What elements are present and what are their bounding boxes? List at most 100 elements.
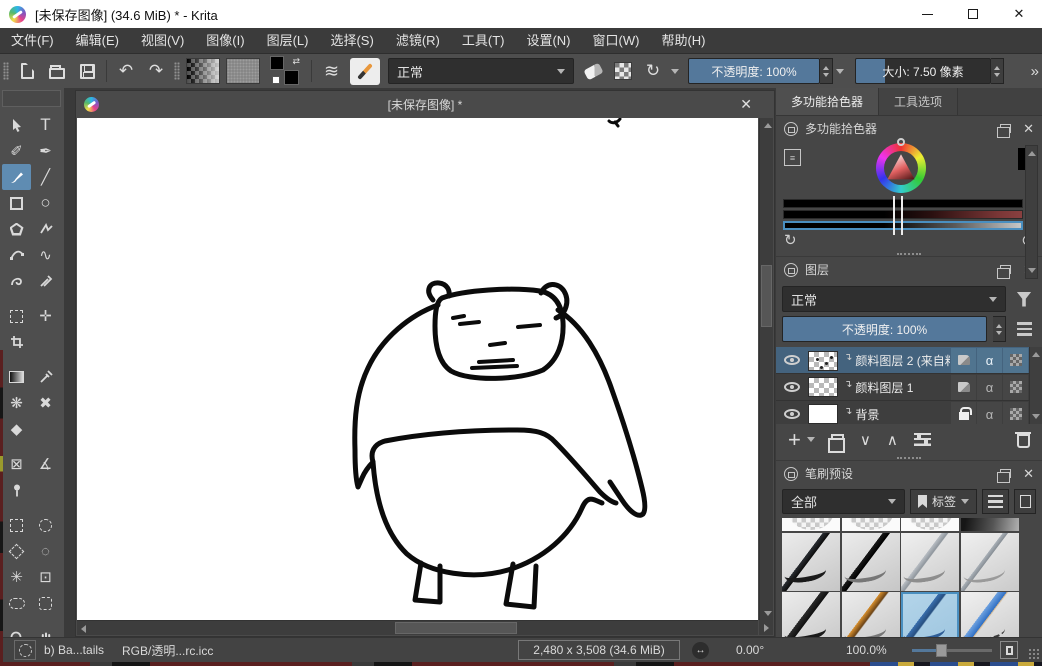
spin-down-icon[interactable]	[996, 331, 1002, 335]
layer-name[interactable]: 颜料图层 2 (来自粘贴)	[855, 352, 950, 369]
tool-crop[interactable]	[2, 329, 31, 355]
title-bar[interactable]: [未保存图像] (34.6 MiB) * - Krita ✕	[0, 0, 1042, 28]
layer-thumbnail[interactable]	[808, 351, 838, 371]
lock-icon[interactable]	[784, 122, 798, 136]
menu-item-settings[interactable]: 设置(N)	[515, 28, 581, 53]
tag-button[interactable]: 标签	[910, 489, 977, 514]
brush-preset[interactable]	[782, 533, 840, 591]
layer-row[interactable]: ↴背景 α	[776, 401, 1042, 424]
layer-row[interactable]: ↴颜料图层 1 α	[776, 374, 1042, 401]
tool-polygonal-selection[interactable]	[2, 538, 31, 564]
canvas-horizontal-scrollbar[interactable]	[77, 620, 758, 635]
tool-similar-color-selection[interactable]: ⊡	[31, 564, 60, 590]
close-docker-icon[interactable]: ✕	[1023, 466, 1034, 482]
reload-preset-button[interactable]: ↻	[638, 57, 668, 85]
tool-assistants[interactable]: ⊠	[2, 451, 31, 477]
inherit-alpha-toggle[interactable]	[951, 348, 976, 373]
canvas[interactable]	[77, 118, 758, 621]
brush-preset-chooser-button[interactable]	[350, 58, 380, 85]
tool-colorize-mask[interactable]: ❋	[2, 390, 31, 416]
scroll-down-icon[interactable]	[1032, 414, 1040, 419]
delete-layer-button[interactable]	[1017, 434, 1030, 448]
fit-page-button[interactable]	[1000, 641, 1018, 659]
layer-opacity-slider[interactable]: 不透明度: 100%	[782, 316, 987, 342]
tool-ellipse[interactable]: ○	[31, 190, 60, 216]
tool-move[interactable]: ✛	[31, 303, 60, 329]
tool-freehand-brush[interactable]	[2, 164, 31, 190]
minimize-button[interactable]	[904, 0, 950, 28]
alpha-lock-toggle[interactable]: α	[977, 348, 1002, 373]
menu-item-window[interactable]: 窗口(W)	[582, 28, 651, 53]
brush-preset[interactable]	[961, 533, 1019, 591]
toolbox-handle[interactable]	[2, 90, 61, 107]
tool-elliptical-selection[interactable]	[31, 512, 60, 538]
move-layer-down-button[interactable]: ∨	[860, 431, 871, 449]
vertical-scroll-thumb[interactable]	[761, 265, 772, 327]
float-docker-icon[interactable]	[1000, 124, 1011, 133]
inherit-alpha-toggle[interactable]	[951, 375, 976, 400]
preset-filter-dropdown[interactable]: 全部	[782, 489, 905, 514]
tool-freehand-selection[interactable]: ◌	[31, 538, 60, 564]
tool-polygon[interactable]	[2, 216, 31, 242]
layer-lock-toggle[interactable]	[951, 402, 976, 425]
zoom-slider-handle[interactable]	[936, 644, 947, 657]
tab-tool-options[interactable]: 工具选项	[879, 88, 958, 115]
menu-item-image[interactable]: 图像(I)	[195, 28, 255, 53]
gradient-chooser[interactable]	[186, 58, 220, 84]
brush-settings-button[interactable]: ≋	[316, 57, 346, 85]
alpha-lock-toggle[interactable]: α	[977, 375, 1002, 400]
tool-transform[interactable]	[2, 303, 31, 329]
toolbar-grip[interactable]	[3, 62, 9, 80]
lock-icon[interactable]	[784, 263, 798, 277]
brush-preset[interactable]	[842, 518, 900, 531]
layer-blend-mode-dropdown[interactable]: 正常	[782, 286, 1006, 312]
brush-preset[interactable]	[901, 533, 959, 591]
scroll-down-icon[interactable]	[764, 611, 772, 616]
menu-item-layer[interactable]: 图层(L)	[256, 28, 320, 53]
tool-multibrush[interactable]	[31, 268, 60, 294]
tool-bezier-curve[interactable]	[2, 242, 31, 268]
alpha-lock-toggle[interactable]: α	[977, 402, 1002, 425]
tool-edit-shapes[interactable]: ✐	[2, 138, 31, 164]
tool-outline-selection[interactable]	[2, 590, 31, 616]
gradient-bar-saturation[interactable]	[783, 210, 1023, 219]
undo-button[interactable]: ↶	[111, 57, 141, 85]
move-layer-up-button[interactable]: ∧	[887, 431, 898, 449]
spin-down-icon[interactable]	[994, 73, 1000, 77]
toolbar-overflow-button[interactable]: »	[1031, 63, 1039, 80]
redo-button[interactable]: ↷	[141, 57, 171, 85]
scroll-left-icon[interactable]	[81, 625, 86, 633]
add-layer-dropdown-icon[interactable]	[807, 437, 815, 442]
tool-contiguous-selection[interactable]: ✳	[2, 564, 31, 590]
document-close-button[interactable]: ✕	[740, 96, 752, 113]
eraser-mode-button[interactable]	[578, 57, 608, 85]
image-dimensions[interactable]: 2,480 x 3,508 (34.6 MiB)	[518, 640, 680, 660]
layer-filter-button[interactable]	[1012, 286, 1036, 312]
toolbar-grip[interactable]	[174, 62, 180, 80]
canvas-drawing[interactable]	[77, 118, 758, 621]
maximize-button[interactable]	[950, 0, 996, 28]
reload-dropdown-arrow[interactable]	[668, 69, 682, 74]
brush-blend-mode-dropdown[interactable]: 正常	[388, 58, 574, 84]
lock-icon[interactable]	[784, 467, 798, 481]
foreground-color-swatch[interactable]	[270, 56, 284, 70]
scroll-up-icon[interactable]	[1028, 151, 1036, 156]
layer-properties-button[interactable]	[914, 433, 931, 446]
tool-text[interactable]: T	[31, 112, 60, 138]
scroll-up-icon[interactable]	[764, 123, 772, 128]
foreground-background-colors[interactable]: ⇄	[269, 56, 301, 86]
color-profile-label[interactable]: RGB/透明...rc.icc	[122, 638, 213, 662]
docker-splitter-grip[interactable]	[897, 253, 921, 255]
add-layer-button[interactable]: +	[788, 430, 801, 450]
layer-visibility-toggle[interactable]	[776, 355, 808, 365]
tool-polyline[interactable]	[31, 216, 60, 242]
default-colors-icon[interactable]	[272, 76, 280, 84]
hue-handle[interactable]	[897, 138, 905, 146]
brush-preset[interactable]	[901, 518, 959, 531]
brush-size-slider[interactable]: 大小: 7.50 像素	[855, 58, 991, 84]
layer-properties-toggle[interactable]	[1003, 348, 1028, 373]
zoom-percentage[interactable]: 100.0%	[846, 638, 887, 662]
layer-name[interactable]: 背景	[855, 406, 879, 423]
tool-dynamic-brush[interactable]	[2, 268, 31, 294]
opacity-slider[interactable]: 不透明度: 100%	[688, 58, 820, 84]
